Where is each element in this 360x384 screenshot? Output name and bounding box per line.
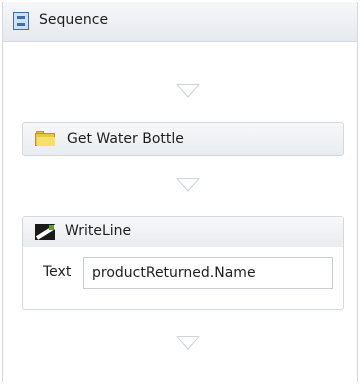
writeline-icon: [35, 224, 55, 240]
drop-target-arrow-icon[interactable]: [176, 84, 200, 98]
activity-get-water-bottle[interactable]: Get Water Bottle: [22, 122, 344, 156]
sequence-container[interactable]: Sequence: [2, 2, 358, 382]
sequence-header[interactable]: Sequence: [3, 2, 357, 42]
writeline-body: Text productReturned.Name: [23, 247, 343, 309]
activity-writeline[interactable]: WriteLine Text productReturned.Name: [22, 216, 344, 310]
text-property-input[interactable]: productReturned.Name: [83, 257, 333, 289]
activity-title: Get Water Bottle: [67, 131, 184, 147]
drop-target-arrow-icon[interactable]: [176, 336, 200, 350]
drop-target-arrow-icon[interactable]: [176, 178, 200, 192]
activity-title: WriteLine: [65, 223, 132, 239]
text-property-label: Text: [43, 264, 72, 280]
writeline-header[interactable]: WriteLine: [23, 217, 343, 247]
sequence-title: Sequence: [39, 12, 109, 28]
folder-icon: [35, 131, 55, 147]
sequence-icon: [13, 12, 29, 30]
